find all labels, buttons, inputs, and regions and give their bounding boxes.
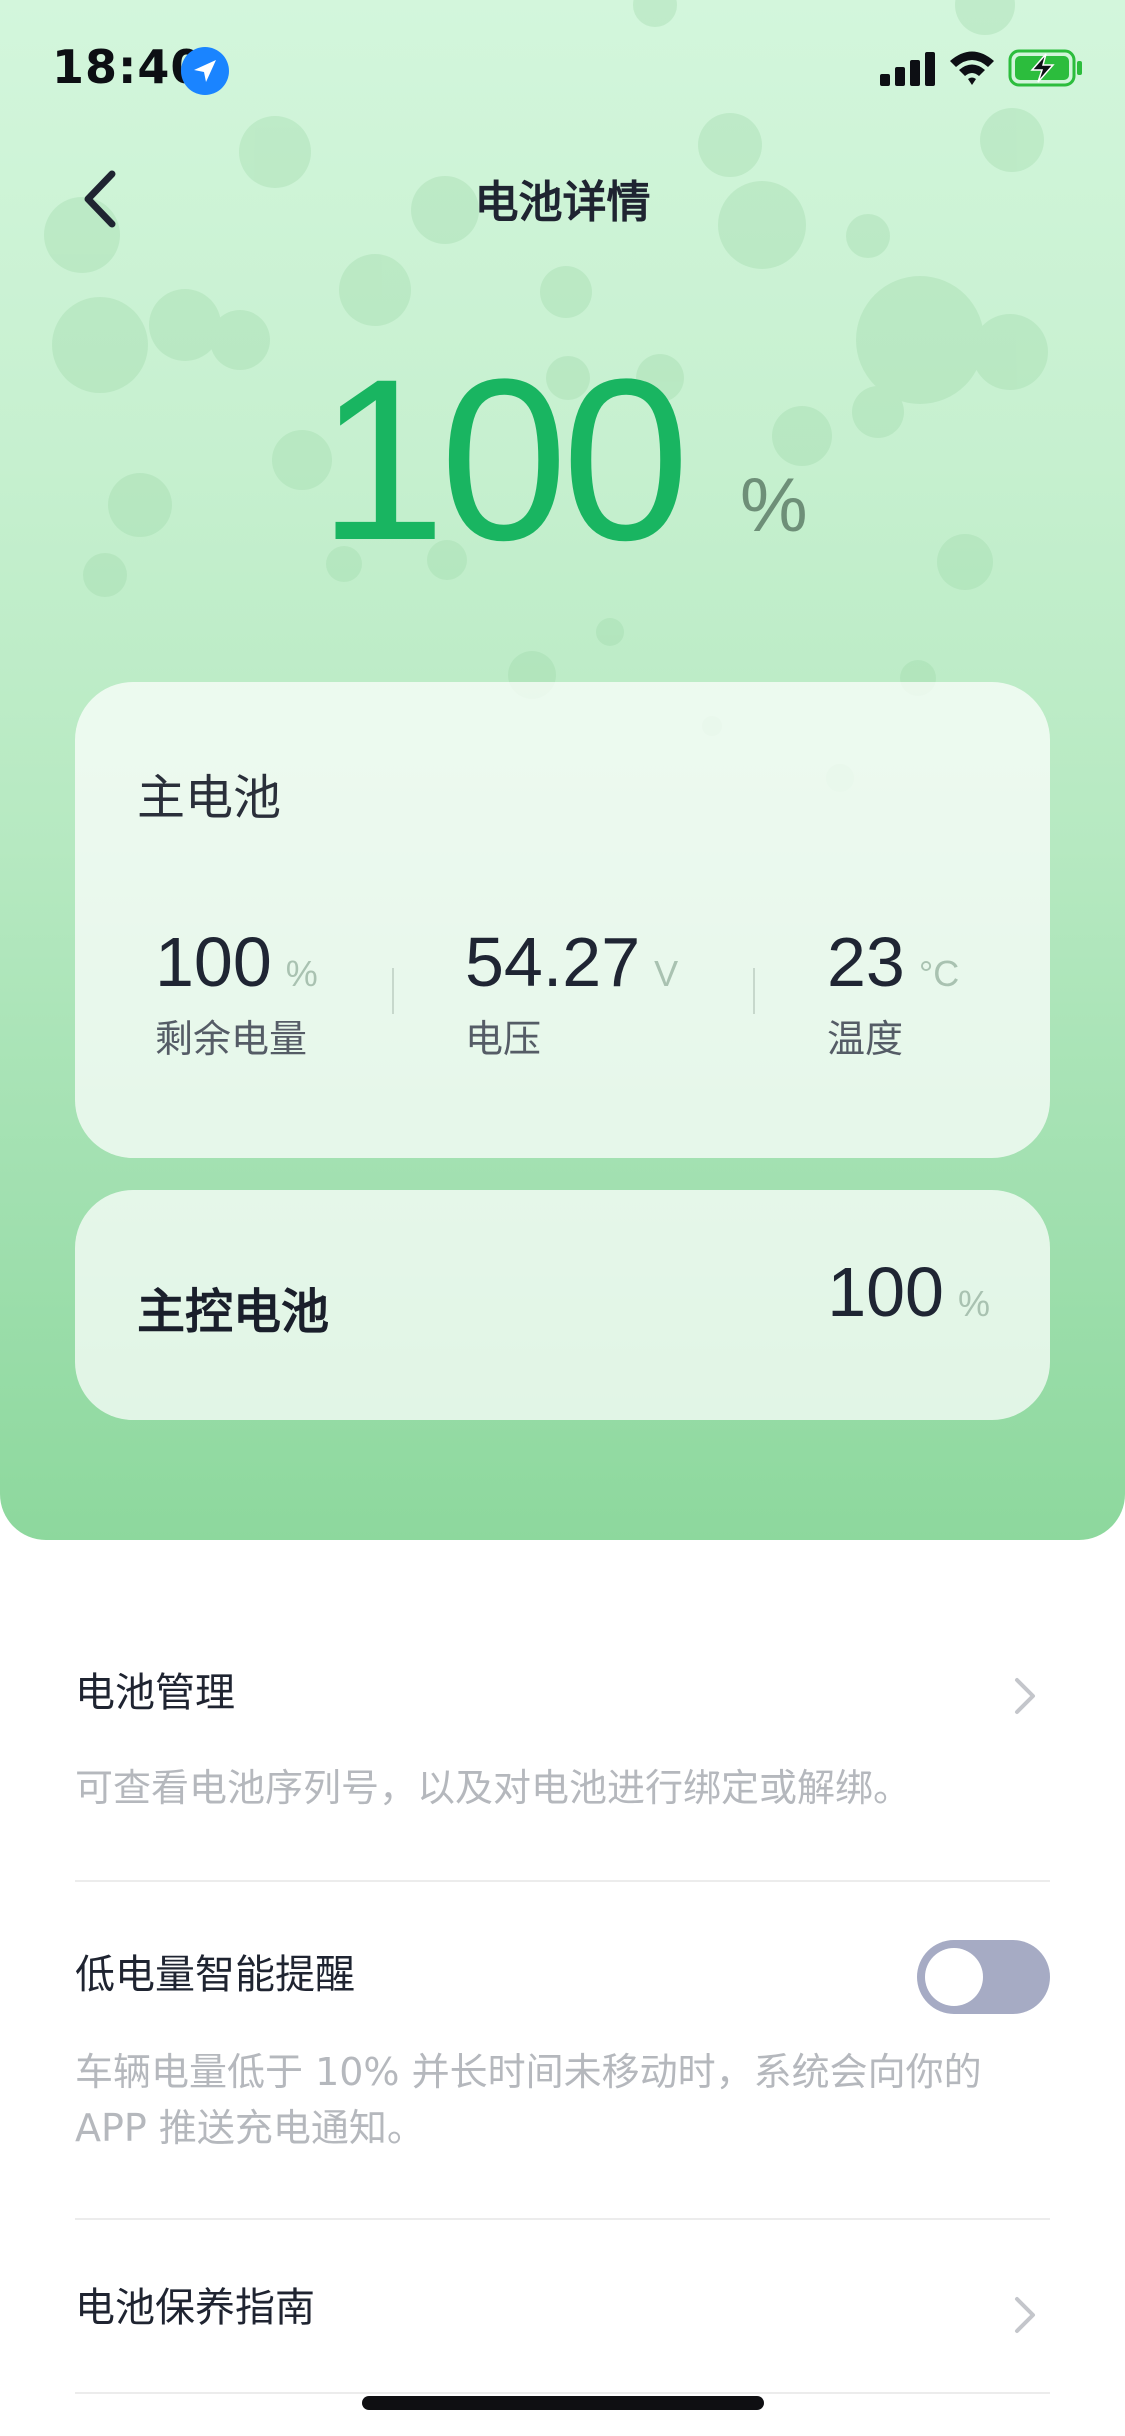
- item-description: 车辆电量低于 10% 并长时间未移动时，系统会向你的 APP 推送充电通知。: [75, 2050, 982, 2150]
- item-title: 低电量智能提醒: [75, 1952, 355, 1998]
- stat-label: 电压: [465, 1017, 542, 1061]
- temperature-stat: 23 °C 温度: [827, 922, 959, 1063]
- control-battery-level: 100%: [827, 1252, 990, 1332]
- overall-battery-value: 100: [318, 331, 690, 588]
- stat-unit: %: [957, 1283, 990, 1324]
- divider: [75, 2392, 1050, 2394]
- stat-label: 温度: [827, 1017, 904, 1061]
- battery-guide-item[interactable]: 电池保养指南: [75, 2275, 1050, 2355]
- battery-charging-icon: [1008, 49, 1082, 87]
- stat-unit: °C: [918, 953, 960, 994]
- low-battery-alert-item: 低电量智能提醒 车辆电量低于 10% 并长时间未移动时，系统会向你的 APP 推…: [75, 1942, 1050, 2172]
- stat-divider: [392, 968, 394, 1014]
- divider: [75, 2218, 1050, 2220]
- location-icon: [181, 47, 229, 95]
- wifi-icon: [950, 51, 994, 85]
- control-battery-card: 主控电池 100%: [75, 1190, 1050, 1420]
- main-battery-title: 主电池: [137, 770, 282, 826]
- stat-label: 剩余电量: [155, 1017, 308, 1061]
- stat-unit: V: [654, 953, 679, 994]
- home-indicator[interactable]: [362, 2396, 764, 2410]
- battery-hero: 18:40 电池详情 100 % 主电池 100 % 剩余电量 54.27 V …: [0, 0, 1125, 1540]
- stat-value: 54.27: [465, 923, 641, 1001]
- status-bar: 18:40: [0, 0, 1125, 140]
- item-title: 电池保养指南: [75, 2285, 315, 2331]
- divider: [75, 1880, 1050, 1882]
- control-battery-title: 主控电池: [137, 1284, 330, 1340]
- stat-value: 23: [827, 923, 905, 1001]
- low-battery-alert-toggle[interactable]: [917, 1940, 1050, 2014]
- voltage-stat: 54.27 V 电压: [465, 922, 678, 1063]
- overall-battery-unit: %: [740, 463, 808, 548]
- stat-divider: [753, 968, 755, 1014]
- stat-unit: %: [285, 953, 318, 994]
- toggle-knob: [925, 1948, 983, 2006]
- chevron-right-icon[interactable]: [1010, 2291, 1040, 2339]
- item-title: 电池管理: [75, 1670, 235, 1716]
- signal-icon: [880, 52, 935, 86]
- page-title: 电池详情: [474, 177, 651, 228]
- chevron-right-icon[interactable]: [1010, 1672, 1040, 1720]
- main-battery-card: 主电池 100% 剩余电量 54.27 V 电压 23 °C 温度: [75, 682, 1050, 1158]
- stat-value: 100: [155, 923, 272, 1001]
- remaining-charge-stat: 100% 剩余电量: [155, 922, 318, 1063]
- item-description: 可查看电池序列号，以及对电池进行绑定或解绑。: [75, 1766, 912, 1810]
- battery-management-item[interactable]: 电池管理 可查看电池序列号，以及对电池进行绑定或解绑。: [75, 1660, 1050, 1830]
- stat-value: 100: [827, 1253, 944, 1331]
